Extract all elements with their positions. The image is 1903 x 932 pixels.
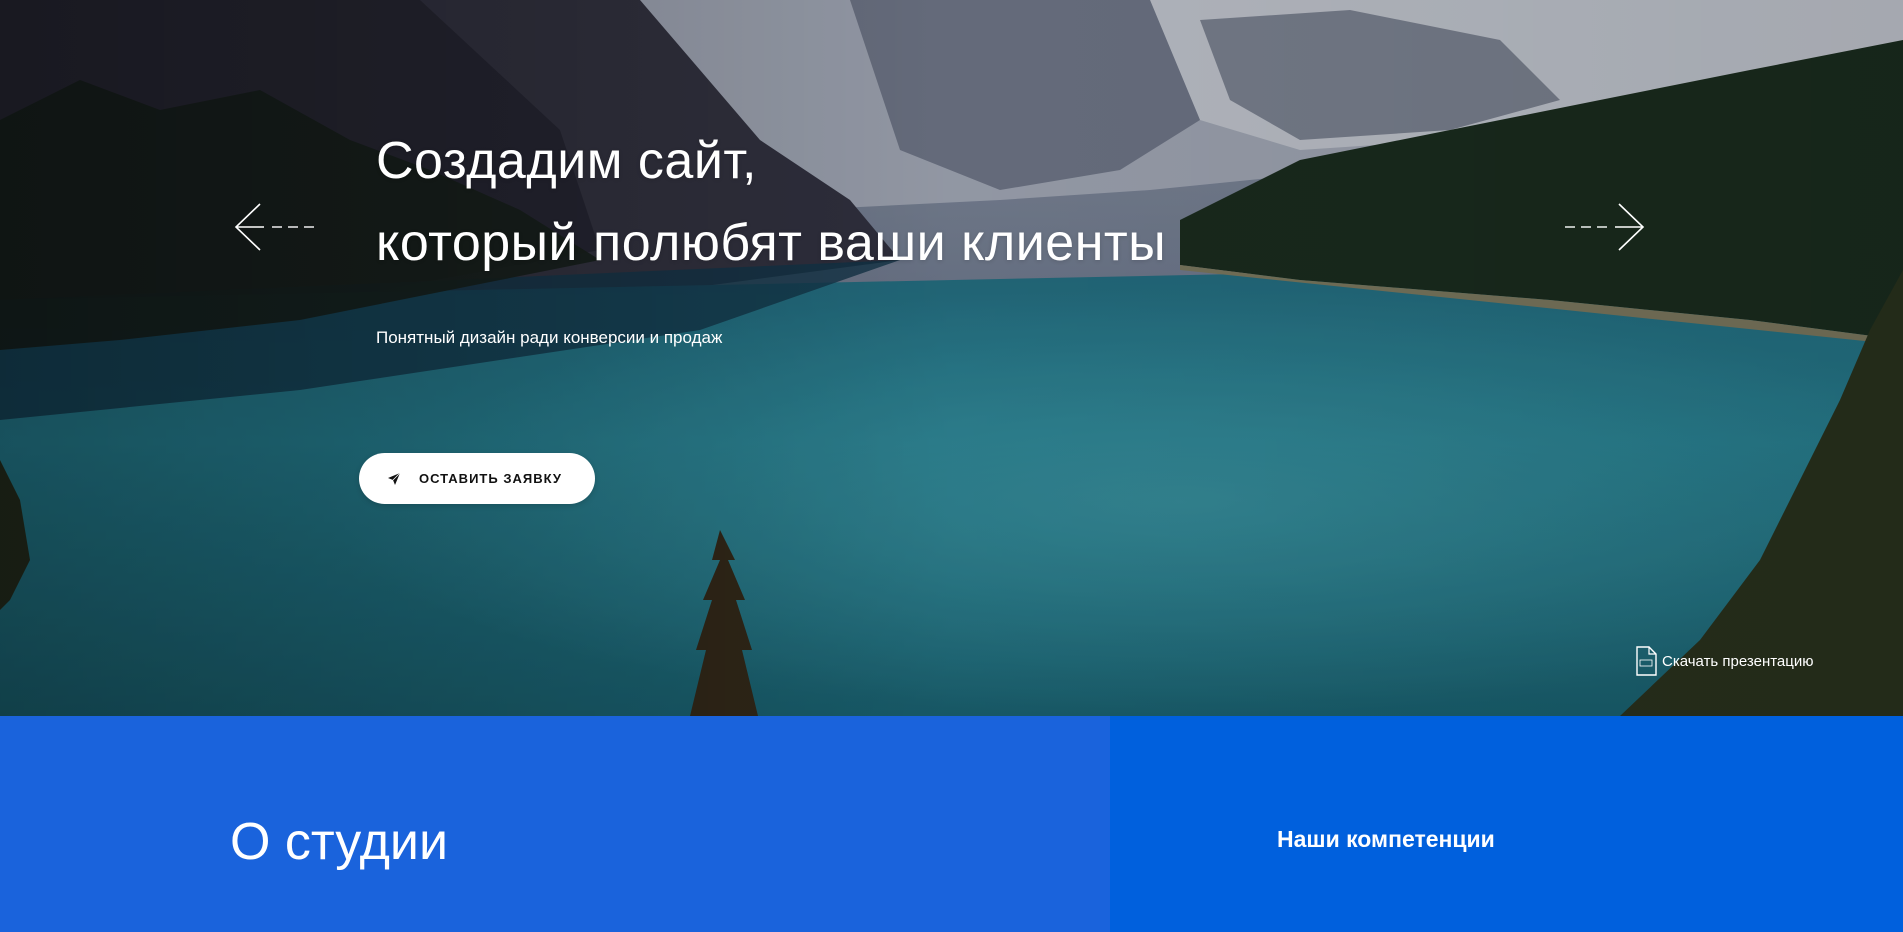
paper-plane-icon [387, 472, 401, 486]
competence-panel[interactable] [1110, 716, 1903, 932]
slide-content: Создадим сайт, который полюбят ваши клие… [0, 0, 1903, 716]
submit-request-label: ОСТАВИТЬ ЗАЯВКУ [419, 471, 562, 486]
our-competencies-link[interactable]: Наши компетенции [1277, 826, 1495, 853]
download-presentation-label: Скачать презентацию [1662, 652, 1814, 670]
slider-prev-arrow[interactable] [234, 202, 318, 252]
slider-next-arrow[interactable] [1561, 202, 1645, 252]
about-studio-title: О студии [230, 813, 449, 871]
arrow-left-icon [234, 203, 314, 251]
headline-line-1: Создадим сайт, [376, 132, 757, 190]
hero-subtitle: Понятный дизайн ради конверсии и продаж [376, 328, 723, 347]
hero-headline: Создадим сайт, который полюбят ваши клие… [376, 120, 1276, 284]
headline-line-2: который полюбят ваши клиенты [376, 214, 1167, 272]
about-studio-panel [0, 716, 1110, 932]
hero-slider: Создадим сайт, который полюбят ваши клие… [0, 0, 1903, 716]
arrow-right-icon [1565, 203, 1645, 251]
download-presentation-link[interactable]: Скачать презентацию [1634, 646, 1814, 676]
submit-request-button[interactable]: ОСТАВИТЬ ЗАЯВКУ [359, 453, 595, 504]
pdf-file-icon [1634, 646, 1658, 676]
